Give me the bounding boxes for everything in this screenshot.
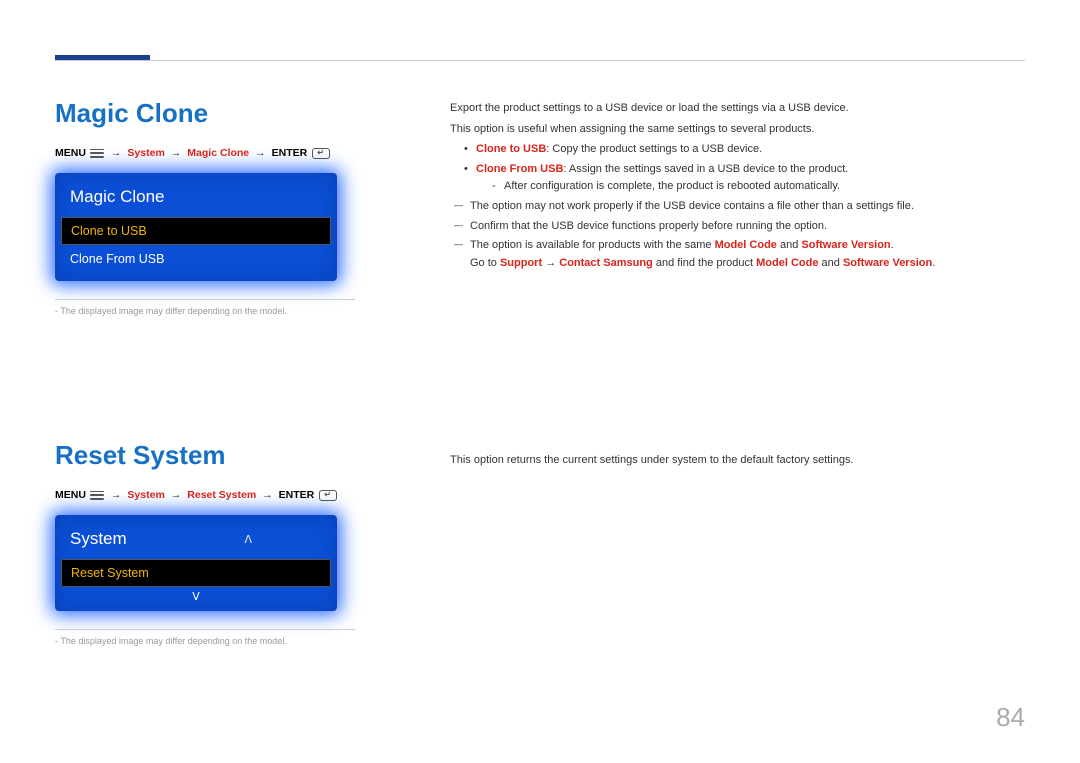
section-magic-clone-desc: Export the product settings to a USB dev… (450, 100, 1020, 274)
bullet-clone-to-usb: Clone to USB: Copy the product settings … (464, 141, 1020, 159)
arrow-icon: → (255, 147, 266, 159)
desc-p2: This option is useful when assigning the… (450, 121, 1020, 139)
menu-item-clone-to-usb[interactable]: Clone to USB (61, 217, 331, 245)
arrow-icon: → (111, 489, 122, 501)
arrow-icon: → (262, 489, 273, 501)
breadcrumb-system: System (127, 147, 164, 159)
label-clone-to-usb: Clone to USB (476, 143, 546, 155)
menu-title-text: Magic Clone (70, 187, 165, 207)
breadcrumb-reset-system: MENU → System → Reset System → ENTER (55, 489, 395, 501)
breadcrumb-enter-label: ENTER (272, 147, 308, 159)
breadcrumb-magic-clone: Magic Clone (187, 147, 249, 159)
divider (55, 299, 355, 300)
note-model-code: The option is available for products wit… (454, 237, 1020, 272)
note-wrong-file: The option may not work properly if the … (454, 198, 1020, 216)
menu-panel-magic-clone: Magic Clone Clone to USB Clone From USB (55, 173, 337, 281)
arrow-icon: → (111, 147, 122, 159)
text-clone-from-usb: : Assign the settings saved in a USB dev… (563, 163, 848, 175)
arrow-icon: → (171, 147, 182, 159)
arrow-icon: → (171, 489, 182, 501)
divider (55, 629, 355, 630)
desc-p1: Export the product settings to a USB dev… (450, 100, 1020, 118)
header-divider (55, 60, 1025, 61)
menu-panel-title: System ᐱ (55, 525, 337, 559)
breadcrumb-system: System (127, 489, 164, 501)
menu-icon (90, 491, 104, 500)
text-clone-to-usb: : Copy the product settings to a USB dev… (546, 143, 762, 155)
menu-panel-title: Magic Clone (55, 183, 337, 217)
enter-icon (319, 490, 337, 501)
section-reset-system-desc: This option returns the current settings… (450, 452, 1020, 473)
desc-reset: This option returns the current settings… (450, 452, 1020, 470)
sub-reboot: After configuration is complete, the pro… (492, 178, 1020, 196)
chevron-up-icon[interactable]: ᐱ (244, 533, 322, 546)
menu-item-clone-from-usb[interactable]: Clone From USB (55, 245, 337, 273)
menu-title-text: System (70, 529, 127, 549)
heading-magic-clone: Magic Clone (55, 98, 395, 129)
breadcrumb-menu-label: MENU (55, 147, 86, 159)
breadcrumb-reset-system: Reset System (187, 489, 256, 501)
menu-icon (90, 149, 104, 158)
menu-item-reset-system[interactable]: Reset System (61, 559, 331, 587)
section-reset-system-left: Reset System MENU → System → Reset Syste… (55, 440, 395, 646)
disclaimer-text: The displayed image may differ depending… (55, 306, 395, 316)
disclaimer-text: The displayed image may differ depending… (55, 636, 395, 646)
chevron-down-icon[interactable]: ᐯ (55, 587, 337, 603)
enter-icon (312, 148, 330, 159)
breadcrumb-menu-label: MENU (55, 489, 86, 501)
label-clone-from-usb: Clone From USB (476, 163, 563, 175)
note-confirm-usb: Confirm that the USB device functions pr… (454, 218, 1020, 236)
menu-panel-reset-system: System ᐱ Reset System ᐯ (55, 515, 337, 611)
heading-reset-system: Reset System (55, 440, 395, 471)
breadcrumb-magic-clone: MENU → System → Magic Clone → ENTER (55, 147, 395, 159)
breadcrumb-enter-label: ENTER (279, 489, 315, 501)
section-magic-clone-left: Magic Clone MENU → System → Magic Clone … (55, 98, 395, 316)
page-number: 84 (996, 702, 1025, 733)
bullet-clone-from-usb: Clone From USB: Assign the settings save… (464, 161, 1020, 196)
